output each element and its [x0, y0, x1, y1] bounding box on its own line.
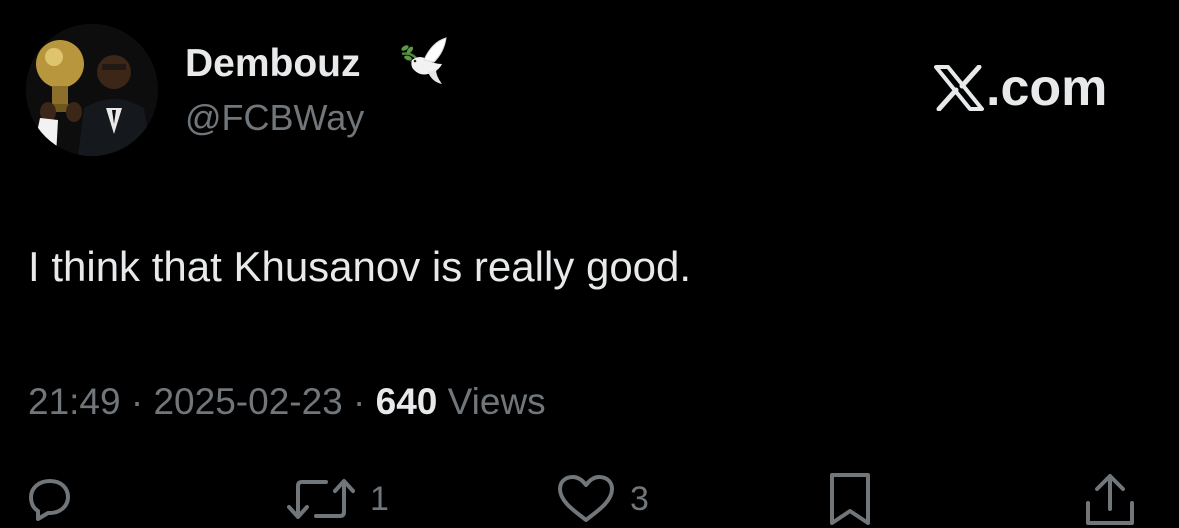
author-handle[interactable]: @FCBWay: [185, 96, 364, 140]
retweet-icon: [287, 479, 355, 519]
bookmark-icon: [830, 473, 870, 525]
dove-icon: [398, 34, 452, 88]
x-logo-icon: [934, 65, 984, 111]
avatar[interactable]: [26, 24, 158, 156]
avatar-image: [26, 24, 158, 156]
action-bar: 1 3: [0, 470, 1179, 528]
tweet-meta: 21:49 · 2025-02-23 · 640 Views: [28, 378, 546, 426]
bookmark-button[interactable]: [826, 470, 874, 528]
share-button[interactable]: [1084, 470, 1136, 528]
share-icon: [1086, 474, 1134, 525]
brand-watermark: .com: [934, 58, 1107, 118]
tweet-time[interactable]: 21:49: [28, 381, 121, 422]
views-label: Views: [437, 381, 546, 422]
views-count: 640: [375, 381, 438, 422]
reply-icon: [29, 479, 70, 521]
tweet-date[interactable]: 2025-02-23: [153, 381, 342, 422]
meta-separator: ·: [120, 381, 154, 422]
like-count: 3: [630, 480, 649, 518]
meta-separator: ·: [342, 381, 376, 422]
author-display-name[interactable]: Dembouz: [185, 40, 361, 88]
tweet-text: I think that Khusanov is really good.: [28, 243, 692, 290]
heart-icon: [558, 475, 614, 522]
retweet-button[interactable]: 1: [286, 470, 389, 528]
reply-button[interactable]: [28, 470, 72, 528]
like-button[interactable]: 3: [556, 470, 649, 528]
brand-text: .com: [986, 59, 1108, 117]
retweet-count: 1: [370, 480, 389, 518]
